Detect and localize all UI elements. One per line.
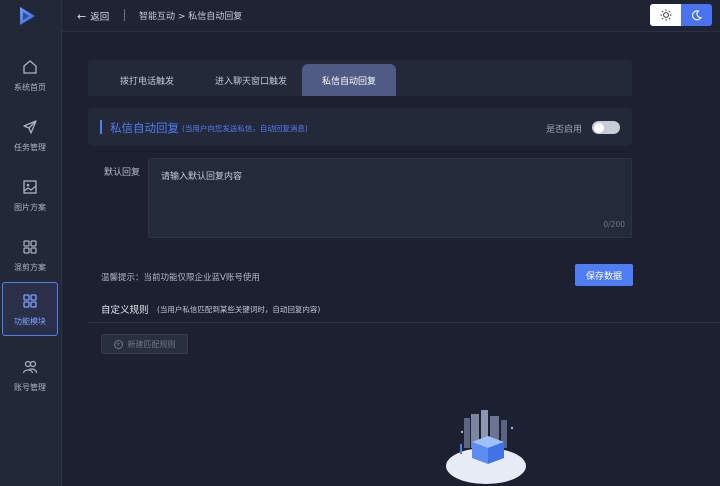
sidebar: 系统首页 任务管理 图片方案 混剪方案 功能模块 账号管理 [0, 0, 62, 486]
divider [124, 9, 125, 21]
sidebar-item-modules[interactable]: 功能模块 [2, 282, 58, 336]
save-button[interactable]: 保存数据 [575, 264, 633, 286]
panel-header: 私信自动回复 (当用户向您发送私信，自动回复消息) 是否启用 [88, 108, 632, 146]
sidebar-item-mix[interactable]: 混剪方案 [2, 228, 58, 282]
theme-toggle[interactable] [650, 4, 712, 26]
sidebar-item-label: 账号管理 [14, 382, 46, 392]
sun-icon [660, 9, 671, 21]
arrow-left-icon: ← [77, 9, 87, 23]
tab-label: 拨打电话触发 [119, 76, 174, 87]
default-reply-label: 默认回复 [104, 168, 141, 178]
custom-rules-subtitle: (当用户私信匹配到某些关键词时，自动回复内容) [157, 305, 321, 314]
image-icon [23, 179, 37, 194]
default-reply-textarea[interactable]: 请输入默认回复内容 0/200 [148, 158, 632, 238]
tab-chat-window-trigger[interactable]: 进入聊天窗口触发 [196, 64, 306, 96]
grid-icon [23, 239, 37, 254]
sidebar-item-tasks[interactable]: 任务管理 [2, 108, 58, 162]
enable-switch[interactable] [592, 121, 620, 134]
title-accent-bar [100, 120, 102, 134]
custom-rules-title: 自定义规则 [101, 305, 149, 316]
paper-plane-icon [23, 119, 37, 134]
home-icon [23, 59, 37, 74]
topbar: ← 返回 智能互动 > 私信自动回复 [62, 0, 720, 32]
tab-dm-auto-reply[interactable]: 私信自动回复 [302, 64, 396, 96]
tab-label: 进入聊天窗口触发 [214, 76, 287, 87]
modules-icon [23, 293, 37, 308]
enable-label: 是否启用 [546, 125, 583, 135]
new-rule-button[interactable]: + 新建匹配规则 [101, 334, 188, 354]
moon-icon [692, 9, 702, 20]
tip-text: 温馨提示：当前功能仅限企业蓝V账号使用 [101, 273, 260, 283]
switch-knob [593, 122, 604, 133]
plus-circle-icon: + [113, 339, 123, 349]
play-logo-icon [20, 7, 35, 25]
sidebar-item-label: 功能模块 [14, 316, 46, 326]
textarea-placeholder: 请输入默认回复内容 [161, 172, 243, 182]
trigger-tabs: 拨打电话触发 进入聊天窗口触发 私信自动回复 [88, 60, 632, 96]
sidebar-item-accounts[interactable]: 账号管理 [2, 348, 58, 402]
breadcrumb: 智能互动 > 私信自动回复 [139, 12, 243, 22]
char-counter: 0/200 [603, 220, 625, 229]
tab-label: 私信自动回复 [321, 76, 376, 87]
panel-subtitle: (当用户向您发送私信，自动回复消息) [182, 124, 308, 133]
back-label: 返回 [90, 12, 110, 23]
sidebar-item-label: 系统首页 [14, 82, 46, 92]
light-theme-button[interactable] [650, 4, 681, 26]
sidebar-item-label: 图片方案 [14, 202, 46, 212]
tab-call-trigger[interactable]: 拨打电话触发 [100, 64, 194, 96]
back-button[interactable]: ← 返回 [77, 9, 110, 24]
panel-title: 私信自动回复 [110, 121, 179, 135]
users-icon [22, 360, 38, 373]
empty-state-illustration [446, 410, 526, 484]
sidebar-item-label: 任务管理 [14, 142, 46, 152]
sidebar-item-home[interactable]: 系统首页 [2, 48, 58, 102]
sidebar-item-images[interactable]: 图片方案 [2, 168, 58, 222]
sidebar-item-label: 混剪方案 [14, 262, 46, 272]
section-divider [88, 322, 720, 323]
dark-theme-button[interactable] [681, 4, 712, 26]
app-logo[interactable] [0, 0, 62, 32]
new-rule-label: 新建匹配规则 [127, 339, 176, 349]
